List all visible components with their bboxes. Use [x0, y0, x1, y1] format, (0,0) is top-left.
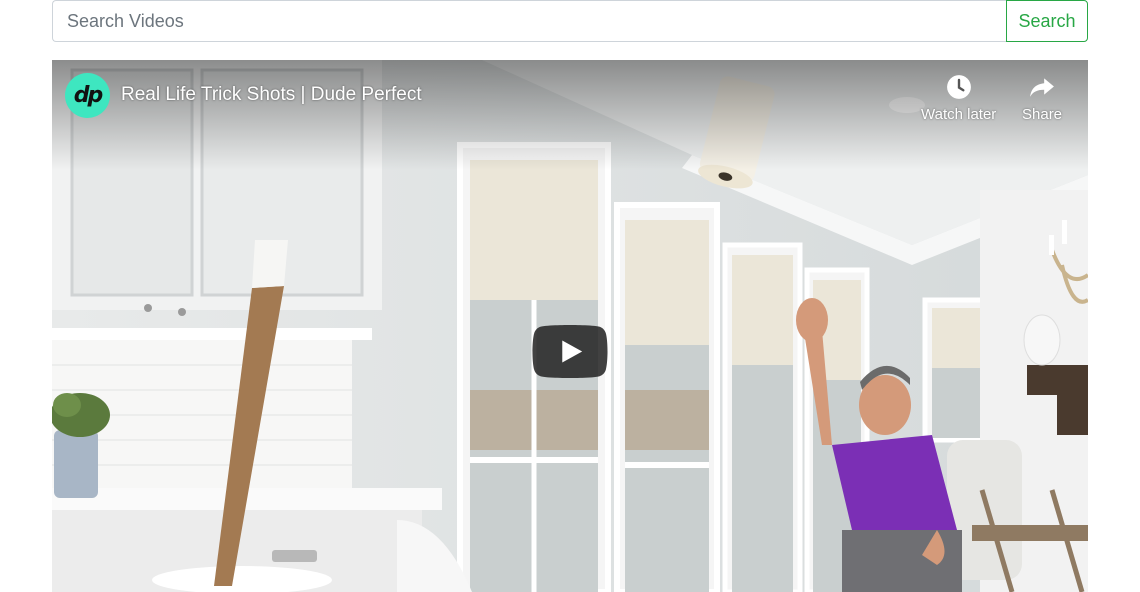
share-arrow-icon	[1030, 78, 1054, 97]
watch-later-label: Watch later	[921, 106, 997, 123]
channel-logo-icon[interactable]: dp	[65, 73, 110, 118]
search-input[interactable]	[52, 0, 1006, 42]
video-player[interactable]: dp Real Life Trick Shots | Dude Perfect …	[52, 60, 1088, 592]
search-bar: Search	[52, 0, 1088, 42]
share-label: Share	[1022, 106, 1063, 123]
play-button[interactable]	[532, 325, 608, 378]
search-button[interactable]: Search	[1006, 0, 1088, 42]
watch-later-button[interactable]: Watch later	[921, 74, 996, 123]
share-button[interactable]: Share	[1022, 74, 1062, 123]
video-title[interactable]: Real Life Trick Shots | Dude Perfect	[121, 84, 422, 106]
channel-logo-text: dp	[73, 83, 103, 108]
clock-icon	[946, 75, 971, 99]
